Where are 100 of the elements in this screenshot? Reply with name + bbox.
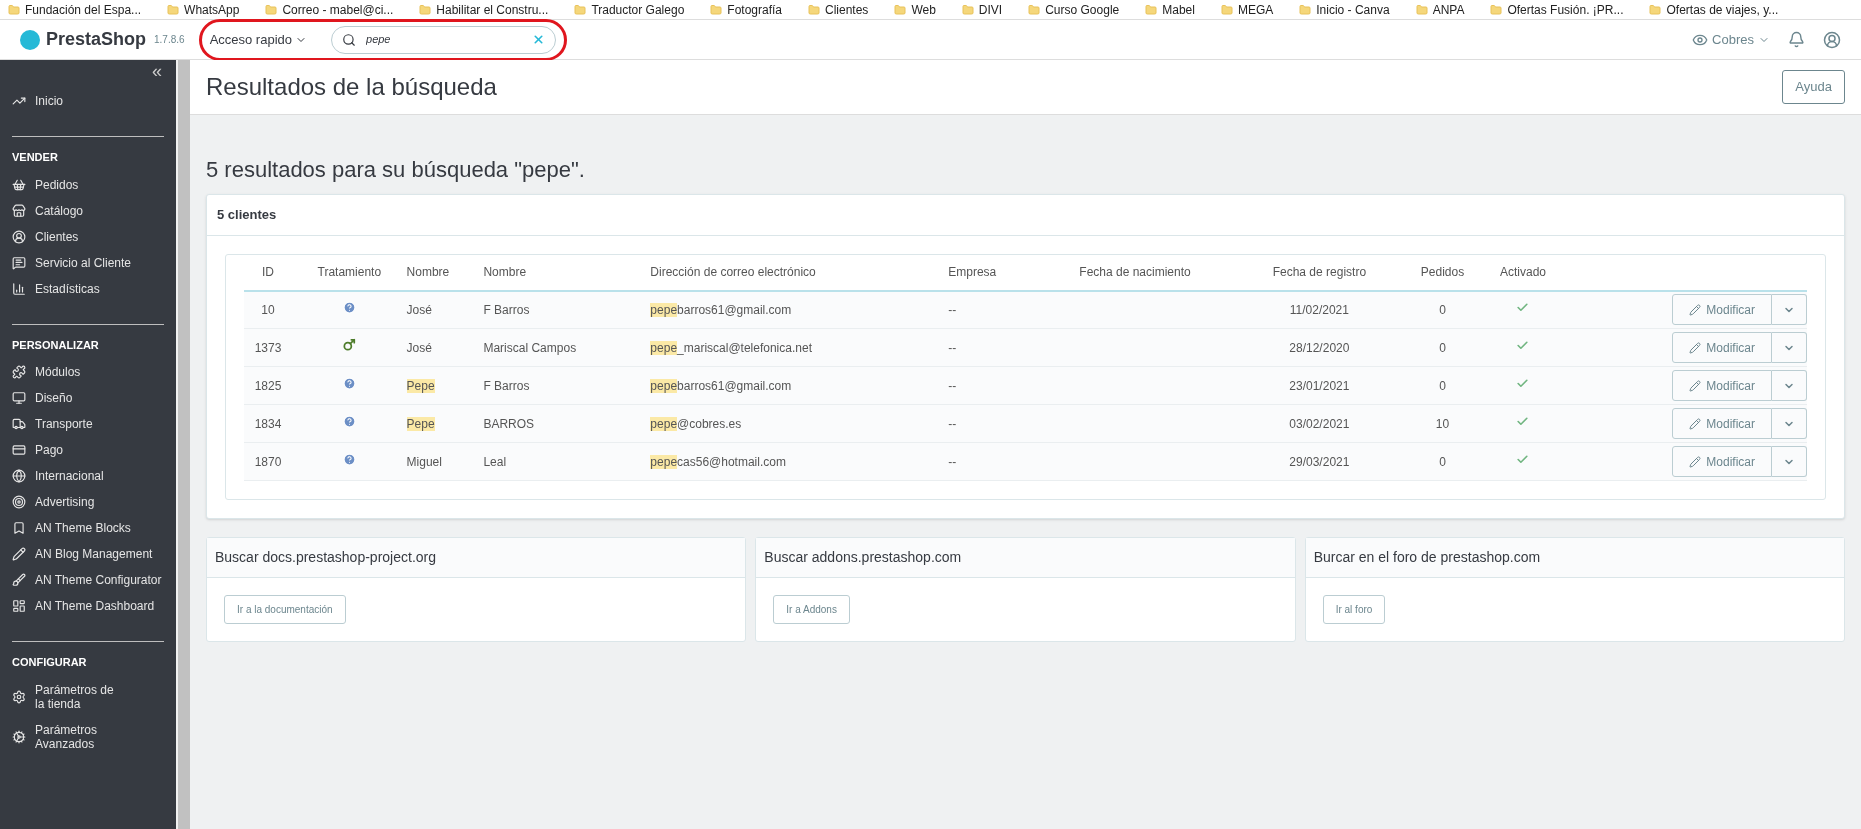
column-header: Pedidos xyxy=(1403,254,1482,291)
column-header: Empresa xyxy=(948,254,1035,291)
collapse-button[interactable]: « xyxy=(152,62,162,80)
menu-item[interactable]: Parámetros Avanzados xyxy=(12,716,164,757)
user-icon xyxy=(12,229,26,244)
pencil-icon xyxy=(1689,455,1702,468)
user-avatar-icon[interactable] xyxy=(1823,30,1841,49)
chat-icon xyxy=(12,255,26,270)
bookmark-link[interactable]: Ofertas de viajes, y... xyxy=(1649,0,1779,19)
menu-item[interactable]: AN Theme Dashboard xyxy=(12,593,164,619)
dropdown-button[interactable] xyxy=(1772,332,1807,363)
version-label: 1.7.8.6 xyxy=(154,33,185,47)
bookmark-link[interactable]: Inicio - Canva xyxy=(1299,0,1390,19)
menu-item[interactable]: Módulos xyxy=(12,359,164,385)
bookmark-link[interactable]: MEGA xyxy=(1220,0,1274,19)
column-header: ID xyxy=(244,254,293,291)
menu-item[interactable]: Inicio xyxy=(12,88,164,114)
menu-item[interactable]: Pago xyxy=(12,437,164,463)
folder-icon xyxy=(1028,3,1041,16)
pencil-icon xyxy=(1689,341,1702,354)
bookmark-link[interactable]: Clientes xyxy=(808,0,869,19)
table-cell: Leal xyxy=(483,442,651,481)
bookmark-link[interactable]: Fotografía xyxy=(710,0,782,19)
bookmark-link[interactable]: Fundación del Espa... xyxy=(8,0,142,19)
bookmark-link[interactable]: Traductor Galego xyxy=(574,0,685,19)
menu-item[interactable]: Advertising xyxy=(12,489,164,515)
table-cell: -- xyxy=(948,404,1035,443)
link-button[interactable]: Ir al foro xyxy=(1322,595,1386,624)
dropdown-button[interactable] xyxy=(1772,294,1807,326)
column-header: Fecha de registro xyxy=(1235,254,1404,291)
folder-icon xyxy=(1145,3,1158,16)
edit-button[interactable]: Modificar xyxy=(1672,370,1772,401)
dropdown-button[interactable] xyxy=(1772,408,1807,439)
table-cell: -- xyxy=(948,366,1035,405)
table-cell: 10 xyxy=(244,290,293,329)
shop-selector[interactable]: Cobres xyxy=(1692,29,1770,50)
menu-item[interactable]: Transporte xyxy=(12,411,164,437)
close-icon[interactable] xyxy=(532,33,545,46)
pencil-icon xyxy=(1689,303,1702,316)
menu-item[interactable]: Clientes xyxy=(12,223,164,250)
bell-icon[interactable] xyxy=(1788,31,1805,48)
table-cell: -- xyxy=(948,290,1035,329)
quick-access-dropdown[interactable]: Acceso rapido xyxy=(209,29,307,50)
brush-icon xyxy=(12,573,26,587)
panel-title: Buscar addons.prestashop.com xyxy=(756,538,1295,578)
truck-icon xyxy=(12,417,26,431)
menu-item[interactable]: Pedidos xyxy=(12,171,164,198)
link-button[interactable]: Ir a Addons xyxy=(773,595,850,624)
bookmark-link[interactable]: DIVI xyxy=(961,0,1003,19)
bookmark-icon xyxy=(12,521,26,535)
table-cell: 0 xyxy=(1403,290,1482,329)
dropdown-button[interactable] xyxy=(1772,370,1807,401)
menu-item[interactable]: AN Theme Blocks xyxy=(12,515,164,541)
folder-icon xyxy=(1490,3,1503,16)
table-cell: F Barros xyxy=(483,366,651,405)
edit-button[interactable]: Modificar xyxy=(1672,332,1772,363)
column-header: Nombre xyxy=(406,254,484,291)
table-cell: BARROS xyxy=(483,404,651,443)
puzzle-icon xyxy=(12,365,26,379)
dropdown-button[interactable] xyxy=(1772,446,1807,477)
bookmark-link[interactable]: Correo - mabel@ci... xyxy=(265,0,394,19)
results-summary: 5 resultados para su búsqueda "pepe". xyxy=(206,156,586,184)
folder-icon xyxy=(574,3,587,16)
menu-item[interactable]: Parámetros de la tienda xyxy=(12,676,164,717)
menu-item[interactable]: AN Blog Management xyxy=(12,541,164,567)
table-cell: 0 xyxy=(1403,442,1482,481)
question-icon xyxy=(342,376,356,390)
column-header: Fecha de nacimiento xyxy=(1034,254,1236,291)
edit-button[interactable]: Modificar xyxy=(1672,408,1772,439)
search-icon xyxy=(342,32,356,47)
bookmark-link[interactable]: Web xyxy=(894,0,936,19)
pencil-icon xyxy=(12,547,26,561)
bookmark-link[interactable]: ANPA xyxy=(1415,0,1465,19)
bookmark-link[interactable]: Habilitar el Constru... xyxy=(419,0,549,19)
bookmark-link[interactable]: Curso Google xyxy=(1028,0,1120,19)
question-icon xyxy=(342,300,356,314)
bookmark-link[interactable]: WhatsApp xyxy=(167,0,240,19)
menu-item[interactable]: AN Theme Configurator xyxy=(12,567,164,593)
column-header: Tratamiento xyxy=(292,254,407,291)
folder-icon xyxy=(808,3,820,16)
table-cell: -- xyxy=(948,328,1035,367)
menu-item[interactable]: Diseño xyxy=(12,385,164,411)
table-cell: José xyxy=(406,302,432,317)
help-button[interactable]: Ayuda xyxy=(1782,70,1845,104)
bookmark-link[interactable]: Mabel xyxy=(1145,0,1195,19)
table-cell: Miguel xyxy=(406,454,442,469)
table-cell: 11/02/2021 xyxy=(1235,290,1404,329)
edit-button[interactable]: Modificar xyxy=(1672,294,1772,326)
bookmark-link[interactable]: Ofertas Fusión. ¡PR... xyxy=(1490,0,1624,19)
menu-item[interactable]: Catálogo xyxy=(12,197,164,224)
table-cell: 23/01/2021 xyxy=(1235,366,1404,405)
menu-item[interactable]: Internacional xyxy=(12,463,164,489)
table-cell: pepebarros61@gmail.com xyxy=(650,378,792,393)
edit-button[interactable]: Modificar xyxy=(1672,446,1772,477)
pencil-icon xyxy=(1689,417,1702,430)
menu-item[interactable]: Servicio al Cliente xyxy=(12,249,164,276)
cog-icon xyxy=(12,729,26,744)
link-button[interactable]: Ir a la documentación xyxy=(224,595,346,624)
page-title: Resultados de la búsqueda xyxy=(206,72,497,102)
menu-item[interactable]: Estadísticas xyxy=(12,275,164,302)
